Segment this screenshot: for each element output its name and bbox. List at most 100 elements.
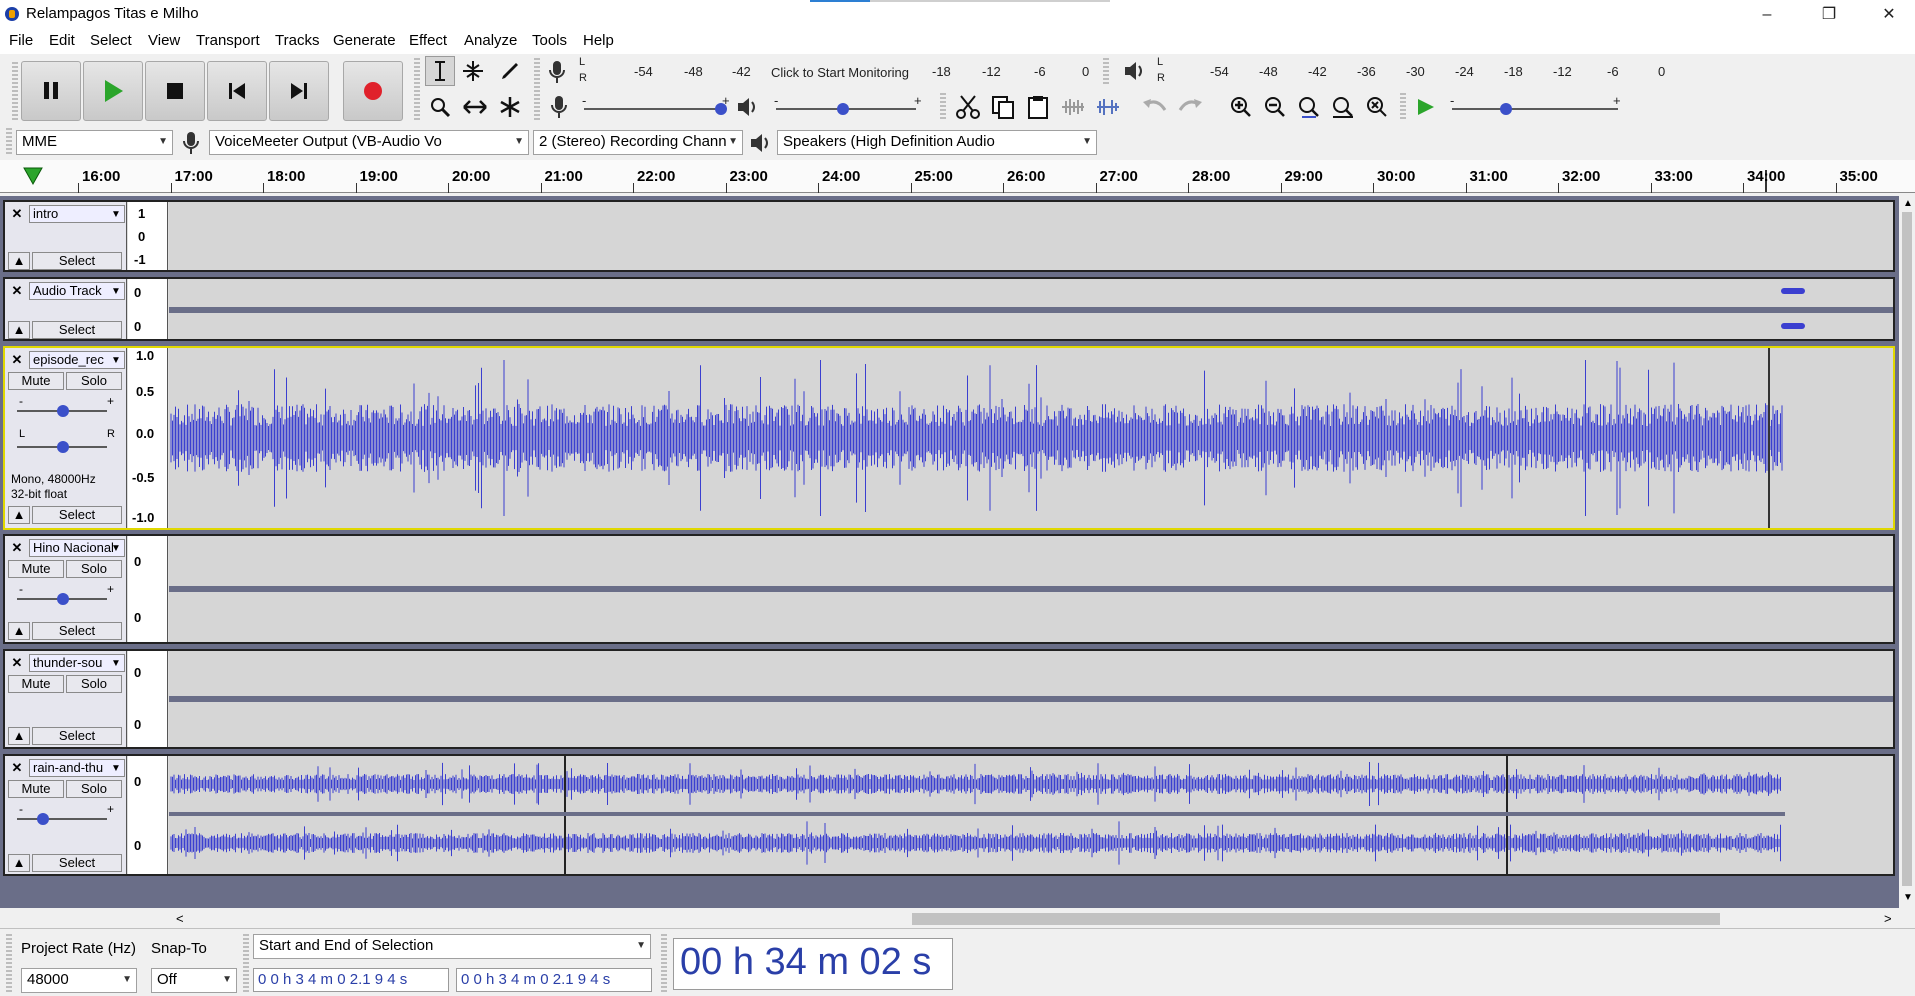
skip-to-start-button[interactable] xyxy=(207,61,267,121)
menu-tracks[interactable]: Tracks xyxy=(275,32,319,49)
menu-help[interactable]: Help xyxy=(583,32,614,49)
toolbar-grip[interactable] xyxy=(243,934,249,992)
cut-button[interactable] xyxy=(953,92,983,122)
solo-button[interactable]: Solo xyxy=(66,372,122,390)
menu-tools[interactable]: Tools xyxy=(532,32,567,49)
vertical-scale[interactable]: 1 0 -1 xyxy=(128,202,168,270)
fit-selection-button[interactable] xyxy=(1294,92,1324,122)
toolbar-grip[interactable] xyxy=(6,128,12,156)
selection-start-time[interactable]: 0 0 h 3 4 m 0 2.1 9 4 s xyxy=(253,968,449,992)
slider-knob[interactable] xyxy=(57,405,69,417)
recording-device-select[interactable]: VoiceMeeter Output (VB-Audio Vo ▼ xyxy=(209,130,529,155)
close-track-button[interactable]: ✕ xyxy=(8,282,26,300)
pause-button[interactable] xyxy=(21,61,81,121)
chevron-down-icon[interactable]: ▼ xyxy=(111,763,121,774)
toolbar-grip[interactable] xyxy=(1400,93,1406,121)
redo-button[interactable] xyxy=(1175,92,1205,122)
time-shift-tool[interactable] xyxy=(460,92,490,122)
click-to-start-monitoring[interactable]: Click to Start Monitoring xyxy=(771,65,909,80)
audio-clip[interactable] xyxy=(1781,288,1805,294)
waveform-area[interactable] xyxy=(169,756,1893,874)
scroll-up-icon[interactable]: ▲ xyxy=(1903,198,1913,209)
slider-knob[interactable] xyxy=(57,441,69,453)
chevron-down-icon[interactable]: ▼ xyxy=(111,543,121,554)
fit-project-button[interactable] xyxy=(1328,92,1358,122)
undo-button[interactable] xyxy=(1140,92,1170,122)
play-at-speed-button[interactable] xyxy=(1410,92,1440,122)
chevron-down-icon[interactable]: ▼ xyxy=(111,286,121,297)
mute-button[interactable]: Mute xyxy=(8,780,64,798)
collapse-track-button[interactable]: ▲ xyxy=(8,506,30,524)
slider-knob[interactable] xyxy=(57,593,69,605)
chevron-down-icon[interactable]: ▼ xyxy=(111,355,121,366)
toolbar-grip[interactable] xyxy=(661,934,667,992)
track-hino-nacional[interactable]: ✕ Hino Nacional ▼ Mute Solo - + ▲ Select… xyxy=(3,534,1895,644)
toolbar-grip[interactable] xyxy=(6,934,12,992)
collapse-track-button[interactable]: ▲ xyxy=(8,854,30,872)
gain-slider[interactable]: - + xyxy=(13,394,117,420)
scroll-thumb[interactable] xyxy=(912,913,1720,925)
track-thunder-sound[interactable]: ✕ thunder-sou ▼ Mute Solo ▲ Select 0 0 xyxy=(3,649,1895,749)
mute-button[interactable]: Mute xyxy=(8,560,64,578)
zoom-tool[interactable] xyxy=(425,92,455,122)
audio-host-select[interactable]: MME ▼ xyxy=(16,130,173,155)
stop-button[interactable] xyxy=(145,61,205,121)
collapse-track-button[interactable]: ▲ xyxy=(8,622,30,640)
copy-button[interactable] xyxy=(988,92,1018,122)
waveform-area[interactable] xyxy=(169,202,1893,270)
play-at-speed-slider[interactable]: - + xyxy=(1446,93,1626,116)
horizontal-scrollbar[interactable]: < > xyxy=(0,910,1899,928)
menu-edit[interactable]: Edit xyxy=(49,32,75,49)
solo-button[interactable]: Solo xyxy=(66,675,122,693)
zoom-in-button[interactable] xyxy=(1226,92,1256,122)
toolbar-grip[interactable] xyxy=(12,62,18,120)
menu-effect[interactable]: Effect xyxy=(409,32,447,49)
select-track-button[interactable]: Select xyxy=(32,506,122,524)
select-track-button[interactable]: Select xyxy=(32,252,122,270)
snap-to-select[interactable]: Off ▼ xyxy=(151,968,237,993)
close-track-button[interactable]: ✕ xyxy=(8,351,26,369)
toolbar-grip[interactable] xyxy=(414,58,420,122)
playback-meter[interactable]: -54 -48 -42 -36 -30 -24 -18 -12 -6 0 xyxy=(1168,60,1678,84)
slider-knob[interactable] xyxy=(37,813,49,825)
record-button[interactable] xyxy=(343,61,403,121)
playback-volume-slider[interactable]: - + xyxy=(772,93,922,116)
playback-meter-icon[interactable] xyxy=(1122,58,1146,84)
scroll-right-icon[interactable]: > xyxy=(1884,911,1892,926)
collapse-track-button[interactable]: ▲ xyxy=(8,252,30,270)
menu-select[interactable]: Select xyxy=(90,32,132,49)
vertical-scale[interactable]: 0 0 xyxy=(128,536,168,642)
pan-slider[interactable]: L R xyxy=(13,428,117,456)
scroll-thumb[interactable] xyxy=(1902,212,1912,886)
select-track-button[interactable]: Select xyxy=(32,727,122,745)
multi-tool[interactable] xyxy=(495,92,525,122)
close-window-button[interactable]: ✕ xyxy=(1866,0,1912,29)
trim-audio-button[interactable] xyxy=(1058,92,1088,122)
close-track-button[interactable]: ✕ xyxy=(8,205,26,223)
scroll-down-icon[interactable]: ▼ xyxy=(1903,892,1913,903)
waveform-area[interactable] xyxy=(169,348,1893,528)
track-audio-track[interactable]: ✕ Audio Track ▼ ▲ Select 0 0 xyxy=(3,277,1895,341)
track-episode-rec[interactable]: ✕ episode_rec ▼ Mute Solo - + L R Mono, … xyxy=(3,346,1895,530)
solo-button[interactable]: Solo xyxy=(66,560,122,578)
solo-button[interactable]: Solo xyxy=(66,780,122,798)
waveform-area[interactable] xyxy=(169,279,1893,339)
project-rate-select[interactable]: 48000 ▼ xyxy=(21,968,137,993)
vertical-scrollbar[interactable]: ▲ ▼ xyxy=(1899,196,1915,908)
select-track-button[interactable]: Select xyxy=(32,622,122,640)
vertical-scale[interactable]: 1.0 0.5 0.0 -0.5 -1.0 xyxy=(128,348,168,528)
skip-to-end-button[interactable] xyxy=(269,61,329,121)
audio-clip[interactable] xyxy=(1781,323,1805,329)
record-meter[interactable]: -54 -48 -42 Click to Start Monitoring -1… xyxy=(590,60,1092,84)
slider-knob[interactable] xyxy=(715,103,727,115)
menu-transport[interactable]: Transport xyxy=(196,32,260,49)
menu-analyze[interactable]: Analyze xyxy=(464,32,517,49)
collapse-track-button[interactable]: ▲ xyxy=(8,321,30,339)
gain-slider[interactable]: - + xyxy=(13,582,117,608)
recording-channels-select[interactable]: 2 (Stereo) Recording Chann ▼ xyxy=(533,130,743,155)
menu-generate[interactable]: Generate xyxy=(333,32,396,49)
silence-audio-button[interactable] xyxy=(1093,92,1123,122)
draw-tool[interactable] xyxy=(495,56,525,86)
gain-slider[interactable]: - + xyxy=(13,802,117,828)
record-meter-icon[interactable] xyxy=(546,58,568,86)
